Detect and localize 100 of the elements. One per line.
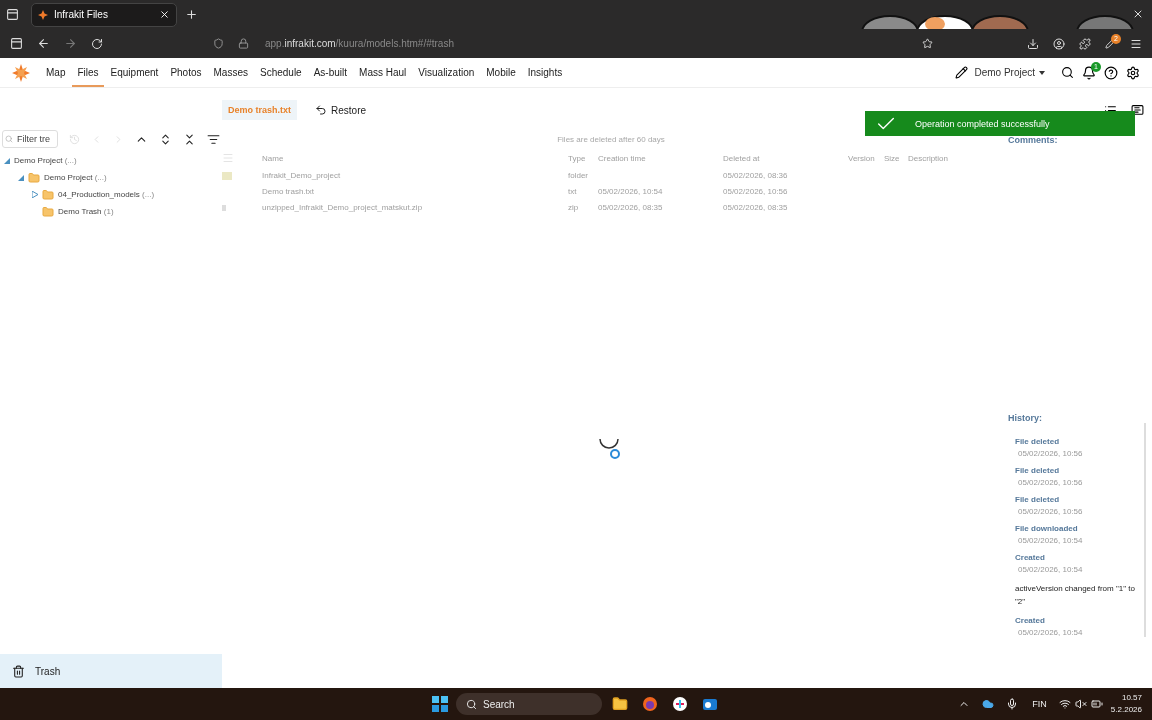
nav-tab[interactable]: Schedule [255, 58, 307, 87]
column-header: Size [884, 153, 901, 163]
close-icon[interactable] [159, 9, 170, 20]
table-cell-text: 05/02/2026, 08:36 [723, 171, 789, 180]
history-title: History: [1008, 413, 1043, 423]
reload-icon[interactable] [91, 37, 103, 50]
history-event: File deleted [1015, 495, 1060, 504]
history-time: 05/02/2026, 10:54 [1018, 628, 1084, 637]
filter-settings-icon[interactable] [207, 132, 220, 146]
history-note: activeVersion changed from "1" to "2" [1015, 583, 1136, 608]
bell-icon[interactable] [1082, 65, 1096, 80]
table-cell-text: 05/02/2026, 08:35 [598, 203, 664, 212]
nav-tab[interactable]: Mobile [481, 58, 521, 87]
search-icon [466, 698, 477, 710]
restore-button[interactable]: Restore [309, 103, 373, 117]
nav-tab[interactable]: Mass Haul [354, 58, 412, 87]
collapse-triangle-icon[interactable] [18, 174, 24, 181]
search-icon[interactable] [1061, 66, 1074, 79]
nav-tab[interactable]: As-built [308, 58, 353, 87]
table-cell-text: txt [568, 187, 578, 196]
comment-icon[interactable] [1131, 104, 1144, 117]
tab-list-icon[interactable] [6, 8, 19, 21]
nav-tab[interactable]: Visualization [413, 58, 480, 87]
start-icon[interactable] [432, 696, 448, 712]
collapse-all-icon[interactable] [183, 132, 196, 146]
new-tab-icon[interactable] [185, 8, 198, 21]
history-event: Created [1015, 553, 1046, 562]
sidebar-icon[interactable] [10, 37, 23, 50]
tree-label: Demo Trash (1) [58, 207, 114, 216]
muted-speaker-icon[interactable] [1074, 698, 1087, 710]
shield-icon[interactable] [213, 38, 224, 49]
undo-icon [315, 104, 327, 116]
history-time: 05/02/2026, 10:56 [1018, 507, 1084, 516]
collapse-triangle-icon[interactable] [4, 157, 10, 164]
column-header: Type [568, 153, 587, 163]
browser-icon[interactable] [642, 696, 658, 712]
star-icon[interactable] [922, 38, 933, 49]
table-cell-text: Infrakit_Demo_project [262, 171, 342, 180]
nav-tab[interactable]: Map [41, 58, 71, 87]
table-cell-text: 05/02/2026, 08:35 [723, 203, 789, 212]
folder-icon [42, 188, 54, 201]
nav-tab[interactable]: Files [72, 58, 104, 87]
logo-icon[interactable] [12, 63, 30, 82]
account-icon[interactable] [1053, 37, 1065, 50]
nav-tab[interactable]: Masses [208, 58, 253, 87]
tree-item[interactable]: 04_Production_models (...) [0, 186, 222, 203]
column-header: Name [262, 153, 285, 163]
trash-item[interactable]: Trash [0, 654, 222, 688]
clock[interactable]: 10.57 5.2.2026 [1110, 692, 1142, 716]
close-icon[interactable] [1132, 8, 1144, 20]
history-event: File downloaded [1015, 524, 1079, 533]
back-icon[interactable] [37, 37, 50, 50]
comments-title: Comments: [1008, 135, 1059, 145]
history-event: Created [1015, 616, 1046, 625]
nav-tab[interactable]: Photos [165, 58, 207, 87]
tree-label: Demo Project (...) [14, 156, 77, 165]
folder-icon[interactable] [612, 696, 628, 712]
history-time: 05/02/2026, 10:56 [1018, 478, 1084, 487]
logo-icon [38, 9, 48, 20]
history-time: 05/02/2026, 10:54 [1018, 565, 1084, 574]
table-cell-text: unzipped_Infrakit_Demo_project_matskut.zip [262, 203, 424, 212]
browser-tab[interactable]: Infrakit Files [31, 2, 177, 27]
wifi-icon[interactable] [1058, 698, 1071, 710]
battery-icon[interactable] [1090, 698, 1103, 710]
table-cell-text: 05/02/2026, 10:54 [598, 187, 664, 196]
file-icon [222, 204, 226, 211]
chat-app-icon[interactable] [672, 696, 688, 712]
history-time: 05/02/2026, 10:56 [1018, 449, 1084, 458]
expand-triangle-icon[interactable] [32, 191, 38, 198]
microphone-icon[interactable] [1006, 698, 1019, 710]
cloud-icon[interactable] [982, 698, 995, 710]
forward-icon[interactable] [64, 37, 77, 50]
download-icon[interactable] [1027, 37, 1039, 50]
table-cell-text: zip [568, 203, 580, 212]
history-event: File deleted [1015, 437, 1060, 446]
folder-icon [222, 171, 232, 180]
expand-all-icon[interactable] [159, 132, 172, 146]
tree-item[interactable]: Demo Trash (1) [0, 203, 222, 220]
puzzle-icon[interactable] [1079, 37, 1091, 50]
tab-title: Infrakit Files [54, 9, 109, 20]
language-indicator[interactable]: FIN [1032, 699, 1047, 709]
taskbar-search[interactable]: Search [456, 693, 602, 715]
pencil-icon[interactable] [955, 66, 969, 79]
tree-item[interactable]: Demo Project (...) [0, 152, 222, 169]
table-cell-text: 05/02/2026, 10:56 [723, 187, 789, 196]
help-icon[interactable] [1104, 65, 1118, 80]
toast-message: Operation completed successfully [915, 118, 1050, 129]
nav-tab[interactable]: Insights [522, 58, 568, 87]
column-header: Deleted at [723, 153, 761, 163]
table-cell-text: folder [568, 171, 589, 180]
folder-icon [42, 205, 54, 218]
url-field[interactable]: app.infrakit.com/kuura/models.htm#/#trash [265, 38, 454, 49]
nav-tab[interactable]: Equipment [105, 58, 164, 87]
settings-icon[interactable] [1126, 65, 1140, 80]
tree-item[interactable]: Demo Project (...) [0, 169, 222, 186]
folder-icon [28, 171, 40, 184]
filter-field[interactable]: Filter tre [2, 130, 58, 148]
lock-icon[interactable] [238, 38, 249, 49]
menu-icon[interactable] [1130, 37, 1142, 50]
project-dropdown[interactable]: Demo Project [968, 66, 1051, 79]
